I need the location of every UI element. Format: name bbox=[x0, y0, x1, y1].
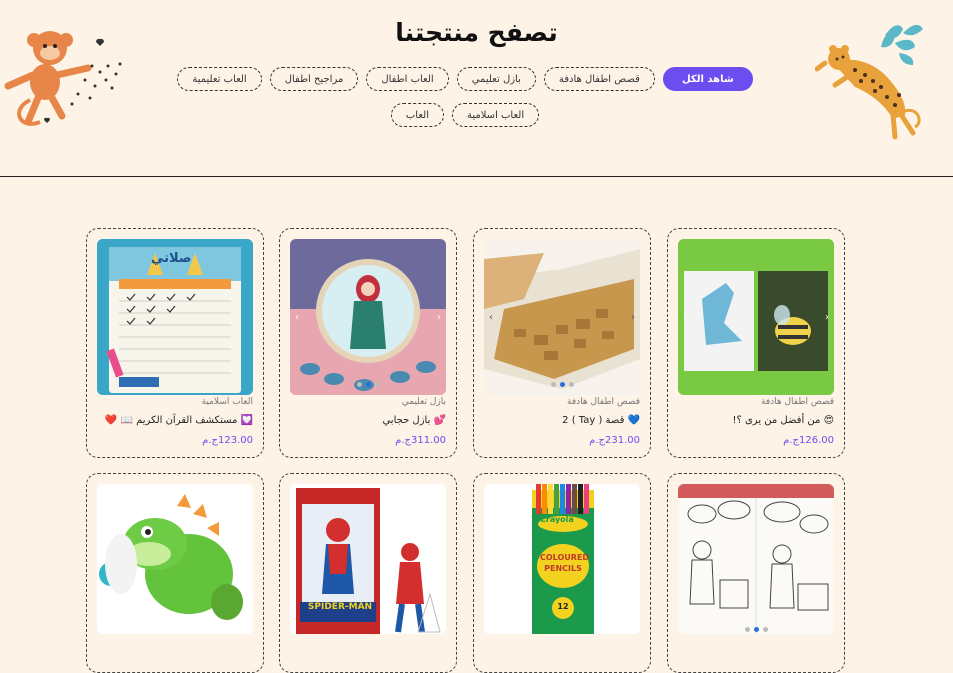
browse-header: تصفح منتجتنا شاهد الكل قصص اطفال هادفة ب… bbox=[0, 0, 953, 176]
product-image[interactable]: Crayola COLOURED PENCILS 12 bbox=[484, 484, 640, 634]
product-price: 123.00ج.م bbox=[202, 435, 253, 446]
header-divider bbox=[0, 176, 953, 177]
product-name[interactable]: 😍 من أفضل من يرى ؟! bbox=[732, 415, 834, 426]
image-carousel-dots[interactable] bbox=[678, 627, 834, 632]
carousel-dot[interactable] bbox=[356, 382, 362, 387]
filter-all-button[interactable]: شاهد الكل bbox=[662, 67, 753, 91]
filter-islamic-games-button[interactable]: العاب اسلامية bbox=[451, 103, 540, 127]
leopard-illustration bbox=[815, 24, 923, 140]
product-price: 311.00ج.م bbox=[395, 435, 446, 446]
product-image[interactable] bbox=[678, 484, 834, 634]
product-category: قصص اطفال هادفة bbox=[567, 397, 640, 407]
product-image[interactable] bbox=[97, 484, 253, 634]
page-title: تصفح منتجتنا bbox=[395, 18, 558, 47]
image-carousel-dots[interactable] bbox=[290, 382, 446, 387]
product-category: بازل تعليمي bbox=[401, 397, 446, 407]
product-name[interactable]: 💙 قصة ( Tay ) 2 bbox=[562, 415, 640, 426]
product-card[interactable]: ‹ › بازل تعليمي 💕 بازل حجابي 311.00ج.م bbox=[279, 228, 457, 458]
spiderman-logo-text: SPIDER-MAN bbox=[307, 602, 373, 612]
carousel-dot[interactable] bbox=[744, 627, 750, 632]
product-price: 126.00ج.م bbox=[783, 435, 834, 446]
carousel-dot[interactable] bbox=[374, 382, 380, 387]
filter-kids-swings-button[interactable]: مراجيح اطفال bbox=[269, 67, 359, 91]
pencils-product-label: COLOURED PENCILS bbox=[540, 553, 590, 573]
filter-kids-stories-button[interactable]: قصص اطفال هادفة bbox=[543, 67, 655, 91]
product-price: 231.00ج.م bbox=[589, 435, 640, 446]
filter-educational-puzzle-button[interactable]: بازل تعليمي bbox=[456, 67, 536, 91]
image-prev-arrow-icon[interactable]: ‹ bbox=[680, 313, 690, 323]
carousel-dot[interactable] bbox=[568, 382, 574, 387]
image-prev-arrow-icon[interactable]: ‹ bbox=[486, 313, 496, 323]
filter-kids-games-button[interactable]: العاب اطفال bbox=[366, 67, 449, 91]
product-image[interactable]: صلاتي bbox=[97, 239, 253, 395]
product-card[interactable]: ‹ › قصص اطفال هادفة 😍 من أفضل من يرى ؟! … bbox=[667, 228, 845, 458]
image-prev-arrow-icon[interactable]: ‹ bbox=[292, 313, 302, 323]
product-card[interactable] bbox=[86, 473, 264, 673]
carousel-dot[interactable] bbox=[550, 382, 556, 387]
product-card[interactable]: SPIDER-MAN bbox=[279, 473, 457, 673]
image-next-arrow-icon[interactable]: › bbox=[434, 313, 444, 323]
carousel-dot[interactable] bbox=[753, 627, 759, 632]
image-carousel-dots[interactable] bbox=[484, 382, 640, 387]
product-category: قصص اطفال هادفة bbox=[761, 397, 834, 407]
product-card[interactable]: Crayola COLOURED PENCILS 12 bbox=[473, 473, 651, 673]
product-name[interactable]: 💟 مستكشف القرآن الكريم 📖 ❤️ bbox=[105, 415, 253, 426]
pencils-count-label: 12 bbox=[557, 602, 569, 611]
prayer-chart-title: صلاتي bbox=[151, 251, 192, 266]
product-card[interactable]: صلاتي العاب اسلامية 💟 مستكشف القرآن الكر… bbox=[86, 228, 264, 458]
product-image[interactable]: ‹ › bbox=[678, 239, 834, 395]
product-image[interactable]: ‹ › bbox=[290, 239, 446, 395]
product-image[interactable]: SPIDER-MAN bbox=[290, 484, 446, 634]
category-filters: شاهد الكل قصص اطفال هادفة بازل تعليمي ال… bbox=[140, 67, 790, 127]
pencils-brand-label: Crayola bbox=[540, 515, 574, 524]
product-image[interactable]: ‹ › bbox=[484, 239, 640, 395]
carousel-dot[interactable] bbox=[559, 382, 565, 387]
product-card[interactable]: ‹ › قصص اطفال هادفة 💙 قصة ( Tay ) 2 231.… bbox=[473, 228, 651, 458]
product-card[interactable] bbox=[667, 473, 845, 673]
product-category: العاب اسلامية bbox=[201, 397, 253, 407]
filter-games-button[interactable]: العاب bbox=[390, 103, 444, 127]
image-next-arrow-icon[interactable]: › bbox=[628, 313, 638, 323]
carousel-dot[interactable] bbox=[762, 627, 768, 632]
filter-educational-games-button[interactable]: العاب تعليمية bbox=[177, 67, 262, 91]
image-next-arrow-icon[interactable]: › bbox=[822, 313, 832, 323]
carousel-dot[interactable] bbox=[365, 382, 371, 387]
product-name[interactable]: 💕 بازل حجابي bbox=[382, 415, 446, 426]
